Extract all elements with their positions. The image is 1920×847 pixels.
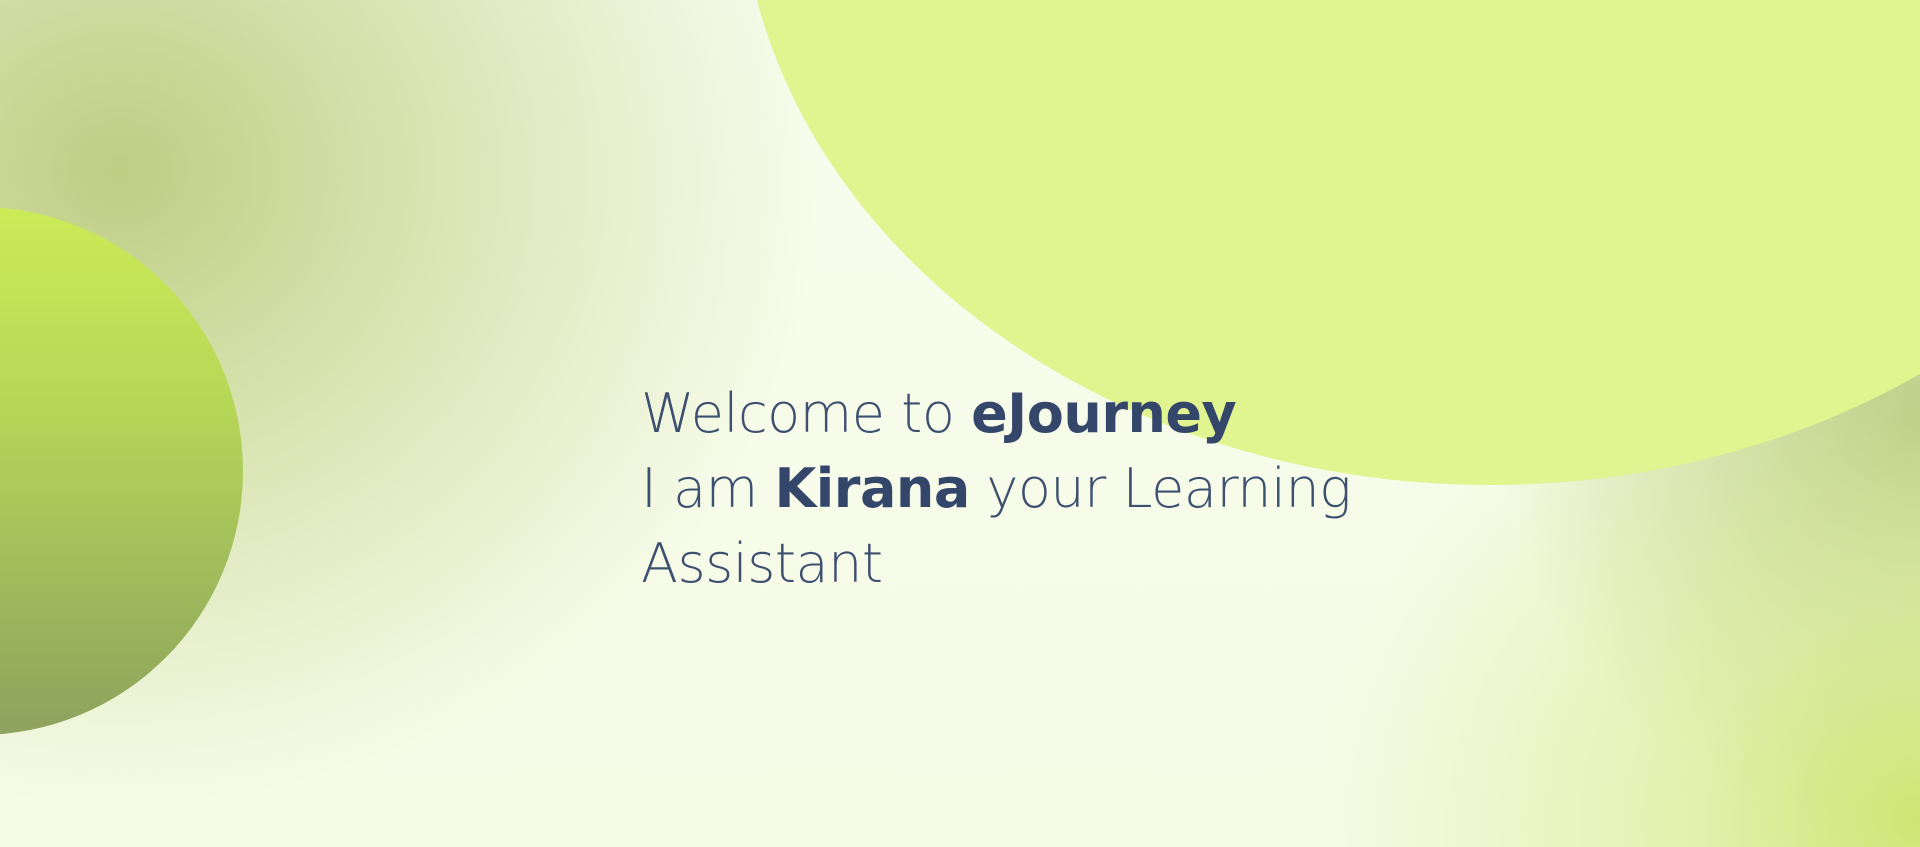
assistant-name: Kirana [774, 457, 970, 520]
decorative-circle-left [0, 207, 243, 735]
welcome-line-1: Welcome to eJourney [641, 376, 1401, 451]
intro-suffix: your Learning [969, 457, 1352, 520]
brand-name: eJourney [971, 382, 1237, 445]
welcome-line-2: I am Kirana your Learning [641, 451, 1401, 526]
welcome-prefix: Welcome to [641, 382, 972, 445]
welcome-message: Welcome to eJourney I am Kirana your Lea… [641, 376, 1401, 601]
splash-screen: Welcome to eJourney I am Kirana your Lea… [0, 0, 1920, 847]
assistant-label: Assistant [641, 532, 883, 595]
intro-prefix: I am [641, 457, 775, 520]
welcome-line-3: Assistant [641, 526, 1401, 601]
